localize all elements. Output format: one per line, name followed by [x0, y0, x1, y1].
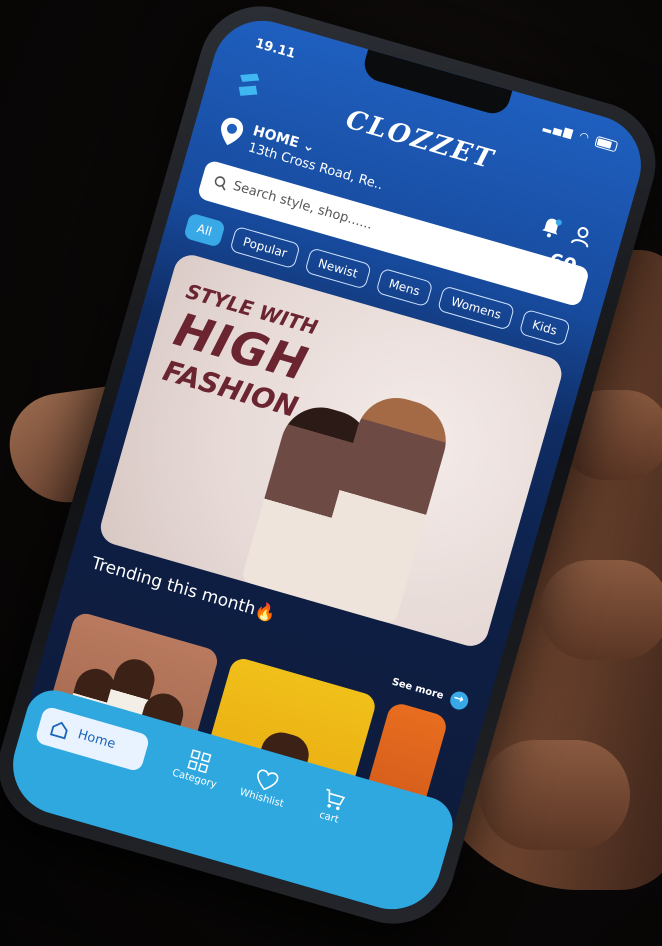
search-input[interactable]: Search style, shop...... [231, 179, 374, 233]
status-icons: ▂▄▆ ◠ [542, 119, 619, 152]
arrow-right-icon [448, 689, 471, 712]
tab-wishlist[interactable]: Whishlist [231, 762, 298, 812]
chip-mens[interactable]: Mens [375, 267, 434, 308]
chip-all[interactable]: All [183, 212, 226, 248]
camera-notch [360, 49, 513, 118]
signal-icon: ▂▄▆ [542, 118, 577, 141]
chip-womens[interactable]: Womens [437, 285, 515, 331]
hand-finger [480, 740, 630, 850]
location-pin-icon [221, 117, 244, 146]
user-icon[interactable] [568, 223, 595, 250]
wifi-icon: ◠ [577, 129, 593, 145]
chip-kids[interactable]: Kids [518, 308, 571, 347]
battery-icon [594, 135, 619, 152]
status-time: 19.11 [253, 36, 298, 62]
tab-home-label: Home [76, 727, 118, 753]
tab-category[interactable]: Category [164, 742, 231, 792]
see-more-label: See more [390, 676, 445, 702]
chevron-down-icon: ⌄ [301, 137, 317, 156]
chip-popular[interactable]: Popular [229, 225, 301, 270]
chip-newist[interactable]: Newist [304, 247, 372, 290]
hand-finger [540, 560, 662, 660]
category-grid-icon [187, 749, 212, 774]
home-icon [49, 721, 68, 740]
bell-icon[interactable] [538, 214, 565, 241]
search-icon [214, 176, 226, 191]
tab-cart[interactable]: cart [299, 781, 366, 831]
tab-home[interactable]: Home [34, 705, 151, 773]
